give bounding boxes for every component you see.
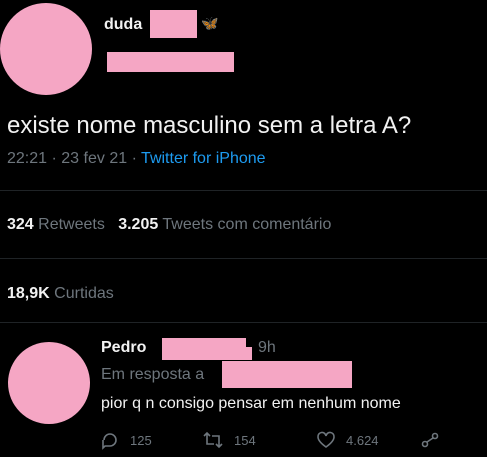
divider — [0, 322, 487, 323]
redacted-reply-handle-block — [244, 347, 252, 360]
divider — [0, 258, 487, 259]
reply-text: pior q n consigo pensar em nenhum nome — [101, 395, 401, 412]
retweets-label: Retweets — [38, 216, 105, 233]
quotes-count: 3.205 — [118, 216, 159, 233]
like-action[interactable]: 4.624 — [316, 430, 379, 450]
stats-row: 324 Retweets 3.205 Tweets com comentário — [7, 216, 331, 234]
redacted-name-block — [150, 10, 197, 38]
reply-author-avatar[interactable] — [8, 342, 90, 424]
meta-separator: · — [51, 150, 57, 167]
butterfly-emoji-icon: 🦋 — [201, 15, 219, 31]
tweet-date: 23 fev 21 — [61, 150, 128, 167]
retweet-icon — [203, 431, 223, 449]
reply-actions-bar: 125 154 4.624 — [100, 430, 450, 457]
share-action[interactable] — [420, 430, 440, 450]
comment-icon — [102, 433, 117, 450]
tweet-meta: 22:21 · 23 fev 21 · Twitter for iPhone — [7, 150, 266, 168]
share-icon — [421, 432, 439, 448]
meta-separator: · — [131, 150, 137, 167]
retweets-stat[interactable]: 324 Retweets — [7, 216, 105, 233]
author-avatar[interactable] — [0, 3, 92, 95]
reply-count: 125 — [130, 432, 152, 448]
in-reply-to-label: Em resposta a — [101, 366, 205, 383]
reply-time: 9h — [258, 339, 276, 356]
quotes-label: Tweets com comentário — [162, 216, 332, 233]
tweet-text: existe nome masculino sem a letra A? — [7, 112, 412, 139]
reply-action[interactable]: 125 — [100, 430, 152, 450]
redacted-handle-block — [107, 52, 234, 72]
quotes-stat[interactable]: 3.205 Tweets com comentário — [118, 216, 331, 233]
tweet-time: 22:21 — [7, 150, 48, 167]
retweet-count: 154 — [234, 432, 256, 448]
redacted-reply-to-block — [222, 361, 352, 388]
retweet-action[interactable]: 154 — [202, 430, 256, 450]
reply-author-name[interactable]: Pedro — [101, 339, 146, 357]
retweets-count: 324 — [7, 216, 34, 233]
like-count: 4.624 — [346, 432, 379, 448]
likes-count: 18,9K — [7, 285, 50, 302]
heart-icon — [317, 431, 335, 448]
redacted-reply-handle-block — [162, 338, 246, 360]
divider — [0, 190, 487, 191]
likes-label: Curtidas — [54, 285, 114, 302]
tweet-source-link[interactable]: Twitter for iPhone — [141, 150, 266, 167]
likes-stat[interactable]: 18,9K Curtidas — [7, 285, 114, 303]
author-name[interactable]: duda — [104, 16, 142, 34]
